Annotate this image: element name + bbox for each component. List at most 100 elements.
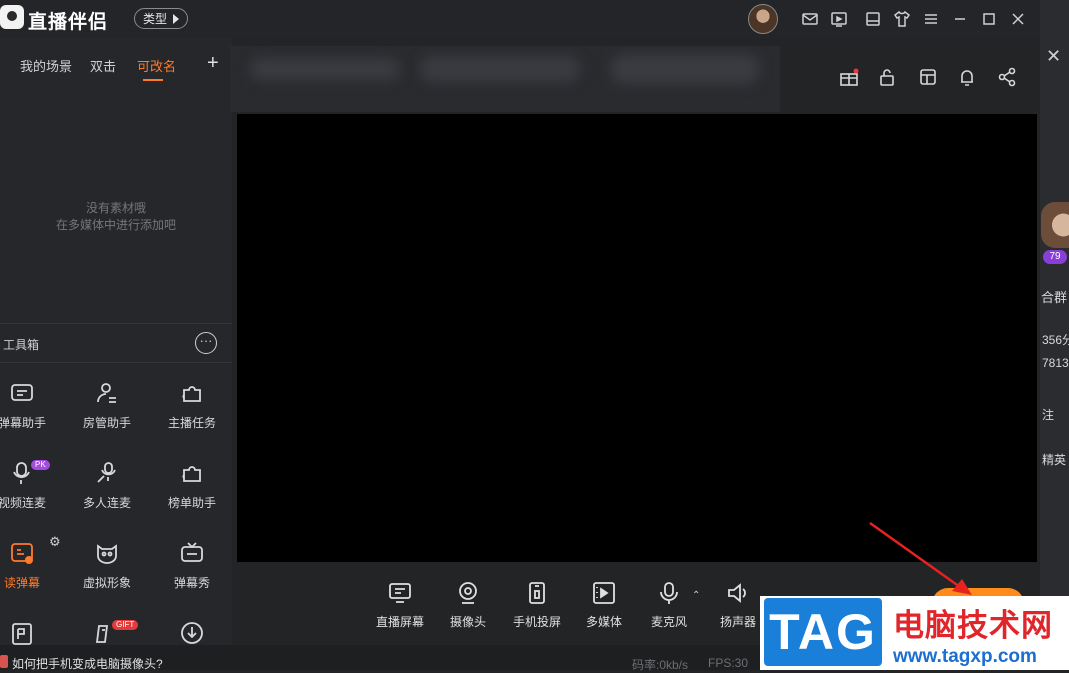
empty-scene-message: 没有素材哦 在多媒体中进行添加吧 — [0, 200, 232, 234]
video-icon[interactable] — [829, 9, 849, 29]
tool-read-danmaku[interactable]: ⚙ 读弹幕 — [0, 534, 62, 591]
divider — [0, 323, 232, 324]
tool-label: 房管助手 — [82, 416, 131, 430]
tool-pk-gift[interactable]: GIFT — [67, 620, 147, 646]
control-label: 麦克风 — [651, 615, 688, 629]
tool-label: 多人连麦 — [82, 496, 131, 510]
media-icon — [591, 580, 617, 606]
control-label: 手机投屏 — [513, 615, 562, 629]
bell-icon[interactable] — [956, 66, 978, 88]
tool-room-admin[interactable]: 房管助手 — [67, 380, 147, 431]
control-camera[interactable]: 摄像头 — [450, 580, 486, 630]
puzzle-icon — [179, 380, 205, 406]
tool-label: 虚拟形象 — [82, 576, 131, 590]
right-text: 356分 — [1042, 333, 1069, 347]
phone-cast-icon — [524, 580, 550, 606]
share-icon[interactable] — [996, 66, 1018, 88]
multi-link-mic-icon — [94, 460, 120, 486]
gift-icon[interactable] — [838, 66, 860, 88]
gift-badge: GIFT — [112, 620, 139, 630]
layout-icon[interactable] — [917, 66, 939, 88]
speaker-icon — [725, 580, 751, 606]
empty-message-line2: 在多媒体中进行添加吧 — [55, 218, 176, 232]
pk-icon: GIFT — [94, 620, 139, 646]
camera-icon — [455, 580, 481, 606]
more-icon[interactable]: ··· — [195, 332, 217, 354]
control-label: 摄像头 — [450, 615, 487, 629]
tool-label: 弹幕秀 — [173, 576, 210, 590]
download-icon — [179, 620, 205, 646]
help-tip-link[interactable]: 如何把手机变成电脑摄像头? — [12, 655, 163, 672]
tool-multi-link-mic[interactable]: 多人连麦 — [67, 460, 147, 511]
user-avatar[interactable] — [748, 4, 778, 34]
empty-message-line1: 没有素材哦 — [85, 201, 146, 215]
right-text: 注 — [1042, 408, 1055, 422]
level-badge: 79 — [1043, 250, 1067, 264]
avatar — [1041, 202, 1069, 248]
control-phone-cast[interactable]: 手机投屏 — [513, 580, 561, 630]
tool-danmaku-helper[interactable]: 弹幕助手 — [0, 380, 62, 431]
shirt-icon[interactable] — [892, 9, 912, 29]
control-microphone[interactable]: 麦克风 — [651, 580, 687, 630]
room-admin-icon — [94, 380, 120, 406]
watermark-site-name: 电脑技术网 — [893, 608, 1053, 643]
toolbox-title: 工具箱 — [3, 338, 40, 352]
virtual-avatar-icon — [94, 540, 120, 566]
divider — [0, 362, 232, 363]
read-danmaku-icon: ⚙ — [9, 534, 61, 566]
control-speaker[interactable]: 扬声器 — [720, 580, 756, 630]
control-live-screen[interactable]: 直播屏幕 — [376, 580, 424, 630]
control-media[interactable]: 多媒体 — [586, 580, 622, 630]
tv-icon — [179, 540, 205, 566]
tool-anchor-task[interactable]: 主播任务 — [152, 380, 232, 431]
maximize-icon[interactable] — [979, 9, 999, 29]
video-link-mic-icon: PK — [9, 460, 50, 486]
unlock-icon[interactable] — [876, 66, 898, 88]
watermark-url: www.tagxp.com — [893, 646, 1037, 667]
tip-icon — [0, 655, 8, 668]
type-button-label: 类型 — [143, 12, 168, 26]
fps-readout: FPS:30 — [708, 656, 749, 670]
watermark-tag: TAG — [764, 598, 882, 666]
tool-label: 读弹幕 — [3, 576, 40, 590]
tab-my-scenes[interactable]: 我的场景 — [20, 56, 72, 75]
tool-label: 主播任务 — [167, 416, 216, 430]
active-tab-underline — [143, 79, 163, 81]
tab-renamable[interactable]: 可改名 — [137, 56, 176, 75]
play-arrow-icon — [173, 13, 180, 24]
window-icon[interactable] — [863, 9, 883, 29]
close-icon[interactable]: ✕ — [1046, 46, 1061, 67]
text-icon — [9, 620, 35, 646]
minimize-icon[interactable] — [950, 9, 970, 29]
control-label: 多媒体 — [586, 615, 623, 629]
annotation-arrow — [869, 521, 972, 595]
stream-preview[interactable] — [237, 114, 1037, 562]
mic-icon — [656, 580, 682, 606]
tool-video-link-mic[interactable]: PK 视频连麦 — [0, 460, 62, 511]
menu-icon[interactable] — [921, 9, 941, 29]
chevron-up-icon[interactable]: ⌃ — [692, 590, 700, 601]
logo-icon — [0, 5, 24, 29]
tool-text[interactable] — [0, 620, 62, 646]
close-icon[interactable] — [1008, 9, 1028, 29]
tool-danmaku-show[interactable]: 弹幕秀 — [152, 540, 232, 591]
control-label: 扬声器 — [720, 615, 757, 629]
control-label: 直播屏幕 — [376, 615, 425, 629]
bitrate-readout: 码率:0kb/s — [632, 658, 689, 672]
screen-icon — [387, 580, 413, 606]
tool-download[interactable] — [152, 620, 232, 646]
plus-icon[interactable]: + — [207, 52, 219, 75]
right-text: 精英 › — [1042, 453, 1069, 467]
tool-label: 榜单助手 — [167, 496, 216, 510]
tab-double-click[interactable]: 双击 — [90, 56, 116, 75]
gear-icon[interactable]: ⚙ — [49, 534, 61, 550]
mail-icon[interactable] — [800, 9, 820, 29]
app-logo: 直播伴侣 — [0, 5, 135, 33]
tool-ranking-helper[interactable]: 榜单助手 — [152, 460, 232, 511]
type-button[interactable]: 类型 — [134, 8, 188, 29]
scene-tabs: 我的场景 双击 可改名 — [0, 46, 232, 86]
tool-virtual-avatar[interactable]: 虚拟形象 — [67, 540, 147, 591]
background-window — [1040, 0, 1069, 645]
app-name: 直播伴侣 — [28, 12, 109, 33]
danmaku-helper-icon — [9, 380, 35, 406]
